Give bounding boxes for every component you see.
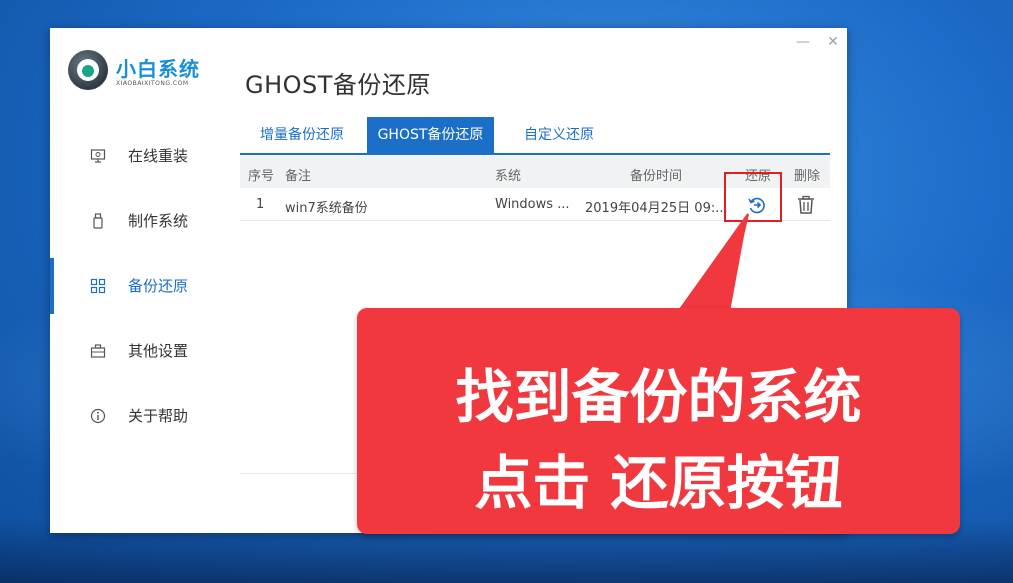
header-delete: 删除 (794, 165, 820, 184)
header-system: 系统 (495, 165, 521, 184)
callout-line-1: 找到备份的系统 (357, 350, 960, 434)
sidebar-item-label: 在线重装 (128, 145, 188, 166)
info-icon (90, 408, 106, 424)
sidebar-item-label: 备份还原 (128, 275, 188, 296)
sidebar-item-label: 关于帮助 (128, 405, 188, 426)
sidebar-item-online-reinstall[interactable]: 在线重装 (50, 128, 240, 184)
cell-system: Windows ... (495, 197, 570, 212)
close-button[interactable]: ✕ (825, 34, 841, 50)
monitor-icon (90, 148, 106, 164)
logo-icon (68, 50, 108, 90)
cell-time: 2019年04月25日 09:... (585, 197, 728, 216)
logo-subtitle: XIAOBAIXITONG.COM (116, 80, 189, 87)
cell-note: win7系统备份 (285, 197, 368, 216)
instruction-callout: 找到备份的系统 点击 还原按钮 (357, 308, 960, 534)
tab-custom-restore[interactable]: 自定义还原 (500, 117, 618, 153)
app-logo: 小白系统 XIAOBAIXITONG.COM (68, 50, 238, 100)
sidebar-item-label: 制作系统 (128, 210, 188, 231)
tab-ghost-backup[interactable]: GHOST备份还原 (367, 117, 494, 153)
logo-title: 小白系统 (116, 53, 200, 82)
delete-button[interactable] (795, 194, 817, 216)
sidebar-item-backup-restore[interactable]: 备份还原 (50, 258, 240, 314)
trash-icon (795, 194, 817, 216)
cell-index: 1 (256, 197, 264, 212)
header-time: 备份时间 (630, 165, 682, 184)
usb-icon (90, 213, 106, 229)
sidebar: 小白系统 XIAOBAIXITONG.COM 在线重装 制作系统 备份还原 (50, 28, 240, 533)
sidebar-item-other-settings[interactable]: 其他设置 (50, 323, 240, 379)
header-index: 序号 (248, 165, 274, 184)
highlight-box (724, 172, 782, 222)
header-note: 备注 (285, 165, 311, 184)
tab-incremental-backup[interactable]: 增量备份还原 (240, 117, 364, 153)
sidebar-item-about-help[interactable]: 关于帮助 (50, 388, 240, 444)
toolbox-icon (90, 343, 106, 359)
sidebar-item-label: 其他设置 (128, 340, 188, 361)
grid-icon (90, 278, 106, 294)
tab-bar: 增量备份还原 GHOST备份还原 自定义还原 (240, 117, 830, 155)
minimize-button[interactable]: — (795, 34, 811, 50)
page-title: GHOST备份还原 (245, 65, 431, 100)
sidebar-item-make-system[interactable]: 制作系统 (50, 193, 240, 249)
callout-line-2: 点击 还原按钮 (357, 436, 960, 520)
